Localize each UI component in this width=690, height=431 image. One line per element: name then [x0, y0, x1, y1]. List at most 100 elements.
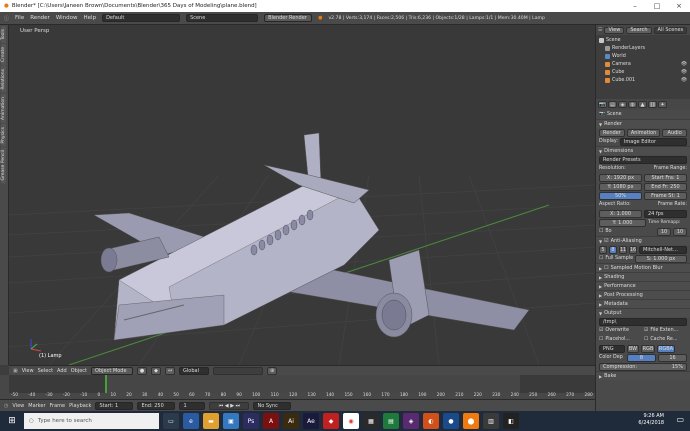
manipulator-button[interactable]: ↔	[165, 366, 176, 375]
resolution-x-field[interactable]: X: 1920 px	[599, 173, 642, 182]
aa-checkbox[interactable]: ☑	[604, 238, 608, 244]
aa-5-button[interactable]: 5	[599, 245, 607, 254]
resolution-y-field[interactable]: Y: 1080 px	[599, 182, 642, 191]
compression-slider[interactable]: Compression: 15%	[599, 362, 687, 371]
aa-section-header[interactable]: ▼ ☑ Anti-Aliasing	[596, 236, 690, 245]
filter-size-field[interactable]: S: 1.000 px	[635, 254, 687, 263]
shading-section-header[interactable]: ▶ Shading	[596, 272, 690, 281]
remap-old-field[interactable]: 10	[657, 227, 671, 236]
depth-8-button[interactable]: 8	[627, 353, 656, 362]
render-button[interactable]: Render	[599, 128, 625, 137]
tab-physics[interactable]: Physics	[1, 123, 6, 147]
border-checkbox[interactable]: ☐	[599, 229, 603, 234]
pivot-button[interactable]: ◆	[151, 366, 162, 375]
full-sample-checkbox[interactable]: ☐	[599, 256, 603, 261]
outliner-editor-icon[interactable]: ☰	[598, 27, 602, 33]
transform-orientation-selector[interactable]: Global	[179, 366, 210, 375]
constraints-tab-icon[interactable]: ⛓	[648, 101, 657, 108]
remap-new-field[interactable]: 10	[673, 227, 687, 236]
cache-result-checkbox[interactable]: ☐	[644, 337, 648, 342]
sync-selector[interactable]: No Sync	[253, 401, 292, 410]
render-presets-selector[interactable]: Render Presets	[599, 155, 687, 164]
app-icon[interactable]: ◆	[323, 413, 339, 429]
outliner-item[interactable]: Cube 👁	[599, 68, 687, 76]
scene-tab-icon[interactable]: ◈	[618, 101, 627, 108]
metadata-section-header[interactable]: ▶ Metadata	[596, 299, 690, 308]
app-icon[interactable]: ◧	[503, 413, 519, 429]
file-format-selector[interactable]: PNG	[599, 344, 625, 353]
maximize-button[interactable]: □	[646, 0, 668, 12]
layers-tab-icon[interactable]: ▤	[608, 101, 617, 108]
shading-mode-button[interactable]: ●	[137, 366, 148, 375]
dimensions-section-header[interactable]: ▼ Dimensions	[596, 146, 690, 155]
audio-button[interactable]: Audio	[662, 128, 687, 137]
aspect-y-field[interactable]: Y: 1.000	[599, 218, 646, 227]
outliner-display-mode[interactable]: All Scenes	[653, 26, 688, 34]
outliner-item[interactable]: Cube.001 👁	[599, 76, 687, 84]
playback-controls[interactable]: ⏮ ◀ ▶ ⏭	[209, 401, 250, 410]
timeline-area[interactable]: -50 -40 -30 -20 -10 0 10 20 30 40 50 60 70 80 90 100 110…	[0, 375, 595, 399]
app-icon[interactable]: ◐	[423, 413, 439, 429]
world-tab-icon[interactable]: ◍	[628, 101, 637, 108]
menu-marker[interactable]: Marker	[28, 403, 45, 409]
viewport-editor-icon[interactable]: ▣	[13, 368, 18, 374]
task-view-icon[interactable]: ▭	[163, 413, 179, 429]
tab-tools[interactable]: Tools	[1, 26, 6, 44]
file-ext-checkbox[interactable]: ☑	[644, 328, 648, 333]
bake-section-header[interactable]: ▶ Bake	[596, 371, 690, 380]
menu-object[interactable]: Object	[71, 368, 87, 374]
tab-grease-pencil[interactable]: Grease Pencil	[1, 147, 6, 184]
scene-selector[interactable]: Scene	[186, 14, 259, 22]
object-tab-icon[interactable]: ▲	[638, 101, 647, 108]
info-editor-icon[interactable]: ⓘ	[4, 15, 9, 22]
depth-16-button[interactable]: 16	[658, 353, 687, 362]
app-icon[interactable]: ▦	[363, 413, 379, 429]
layer-buttons[interactable]	[213, 366, 264, 375]
aa-8-button[interactable]: 8	[609, 245, 617, 254]
app-icon[interactable]: ▤	[383, 413, 399, 429]
menu-help[interactable]: Help	[84, 15, 97, 21]
timeline-editor-icon[interactable]: ◷	[4, 403, 8, 409]
end-frame-prop[interactable]: End Fr: 250	[644, 182, 687, 191]
data-tab-icon[interactable]: ✦	[658, 101, 667, 108]
store-icon[interactable]: ▣	[223, 413, 239, 429]
menu-add[interactable]: Add	[57, 368, 67, 374]
fps-selector[interactable]: 24 fps	[644, 209, 687, 218]
end-frame-field[interactable]: End: 250	[137, 401, 176, 410]
app-icon[interactable]: ▥	[483, 413, 499, 429]
edge-icon[interactable]: e	[183, 413, 199, 429]
illustrator-icon[interactable]: Ai	[283, 413, 299, 429]
snap-button[interactable]: ⊕	[267, 366, 278, 375]
taskbar-search-input[interactable]: ○ Type here to search	[24, 413, 159, 429]
resolution-percent-slider[interactable]: 50%	[599, 191, 642, 200]
smb-checkbox[interactable]: ☐	[604, 265, 608, 271]
visibility-icon[interactable]: 👁	[681, 70, 687, 75]
windows-start-icon[interactable]: ⊞	[0, 411, 24, 431]
menu-playback[interactable]: Playback	[69, 403, 91, 409]
file-explorer-icon[interactable]: ▬	[203, 413, 219, 429]
tab-create[interactable]: Create	[1, 44, 6, 66]
after-effects-icon[interactable]: Ae	[303, 413, 319, 429]
outliner-item[interactable]: World	[599, 52, 687, 60]
aspect-x-field[interactable]: X: 1.000	[599, 209, 642, 218]
outliner-item[interactable]: RenderLayers	[599, 44, 687, 52]
placeholders-checkbox[interactable]: ☐	[599, 337, 603, 342]
menu-view[interactable]: View	[22, 368, 34, 374]
3d-viewport[interactable]: User Persp (1) Lamp	[9, 25, 595, 365]
menu-tl-view[interactable]: View	[12, 403, 24, 409]
menu-window[interactable]: Window	[56, 15, 78, 21]
blender-taskbar-icon[interactable]: ⬤	[463, 413, 479, 429]
aa-filter-selector[interactable]: Mitchell-Net...	[639, 245, 687, 254]
menu-render[interactable]: Render	[30, 15, 50, 21]
current-frame-field[interactable]: 1	[179, 401, 206, 410]
app-icon[interactable]: ●	[443, 413, 459, 429]
visibility-icon[interactable]: 👁	[681, 62, 687, 67]
tab-animation[interactable]: Animation	[1, 93, 6, 123]
rgb-button[interactable]: RGB	[641, 344, 655, 353]
outliner-item[interactable]: Camera 👁	[599, 60, 687, 68]
frame-step-prop[interactable]: Frame St: 1	[644, 191, 687, 200]
layout-selector[interactable]: Default	[102, 14, 181, 22]
menu-file[interactable]: File	[15, 15, 24, 21]
smb-section-header[interactable]: ▶ ☐ Sampled Motion Blur	[596, 263, 690, 272]
post-processing-section-header[interactable]: ▶ Post Processing	[596, 290, 690, 299]
